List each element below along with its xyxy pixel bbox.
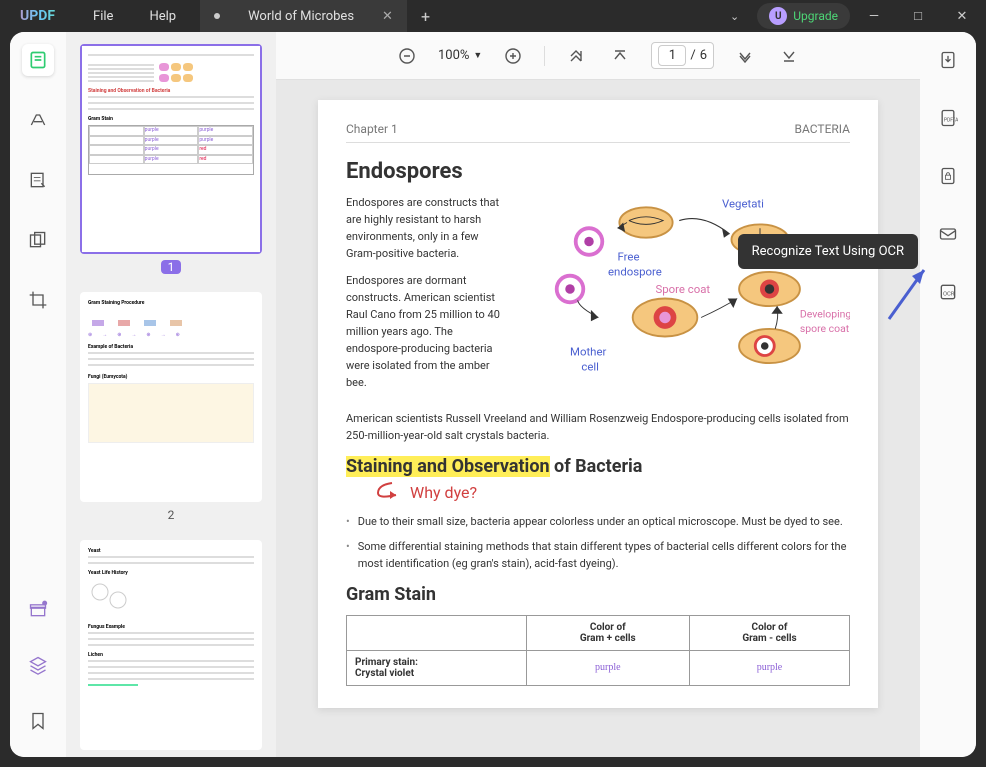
thumb-number-2: 2	[80, 508, 262, 522]
tab-indicator-icon	[214, 13, 220, 19]
close-window-button[interactable]: ✕	[942, 0, 982, 32]
svg-text:endospore: endospore	[608, 265, 662, 279]
titlebar: UPDF File Help World of Microbes ✕ + ⌄ U…	[0, 0, 986, 32]
protect-icon[interactable]	[932, 160, 964, 192]
svg-text:OCR: OCR	[943, 291, 955, 297]
close-tab-icon[interactable]: ✕	[382, 9, 393, 24]
document-area: 100%▼ 1/6 Chapter 1 BACTERIA Endospores E…	[276, 32, 920, 757]
zoom-in-button[interactable]	[500, 43, 526, 69]
para-2: Endospores are dormant constructs. Ameri…	[346, 272, 506, 391]
svg-text:cell: cell	[581, 360, 599, 374]
upgrade-label: Upgrade	[793, 9, 838, 23]
para-1: Endospores are constructs that are highl…	[346, 194, 506, 262]
svg-text:PDF/A: PDF/A	[944, 117, 958, 123]
upgrade-badge-icon: U	[769, 7, 787, 25]
view-toolbar: 100%▼ 1/6	[276, 32, 920, 80]
thumbnail-panel: Staining and Observation of Bacteria Gra…	[66, 32, 276, 757]
page-content: Chapter 1 BACTERIA Endospores Endospores …	[318, 100, 878, 708]
workspace: Staining and Observation of Bacteria Gra…	[10, 32, 976, 757]
right-toolbar: PDF/A OCR Recognize Text Using OCR	[920, 32, 976, 757]
go-first-button[interactable]	[563, 43, 589, 69]
app-logo: UPDF	[0, 8, 75, 24]
para-3: American scientists Russell Vreeland and…	[346, 410, 850, 444]
layers-icon[interactable]	[22, 649, 54, 681]
menu-file[interactable]: File	[75, 9, 131, 24]
heading-gram: Gram Stain	[346, 584, 850, 605]
add-tab-button[interactable]: +	[407, 7, 444, 26]
heading-staining: Staining and Observation of Bacteria	[346, 456, 850, 477]
ocr-icon[interactable]: OCR	[932, 276, 964, 308]
minimize-button[interactable]: —	[854, 0, 894, 32]
document-scroll[interactable]: Chapter 1 BACTERIA Endospores Endospores …	[276, 80, 920, 757]
reader-tool-icon[interactable]	[22, 44, 54, 76]
thumbnail-2[interactable]: Gram Staining Procedure ⊕→⊕→⊕→⊕ Example …	[80, 292, 262, 502]
gram-table: Color of Gram + cellsColor of Gram - cel…	[346, 615, 850, 686]
svg-text:Free: Free	[618, 250, 640, 264]
label-vegetative: Vegetati	[722, 196, 764, 210]
tab-list-chevron-icon[interactable]: ⌄	[716, 10, 753, 23]
bookmark-icon[interactable]	[22, 705, 54, 737]
highlight-tool-icon[interactable]	[22, 104, 54, 136]
endospore-diagram: Vegetati Freeendospore Spore coat Develo…	[518, 194, 850, 384]
bullet-1: Due to their small size, bacteria appear…	[346, 513, 850, 530]
svg-text:spore coat: spore coat	[800, 322, 850, 335]
svg-text:Spore coat: Spore coat	[656, 282, 711, 296]
email-icon[interactable]	[932, 218, 964, 250]
page-indicator[interactable]: 1/6	[651, 42, 714, 69]
chapter-label: Chapter 1	[346, 122, 398, 136]
pages-tool-icon[interactable]	[22, 224, 54, 256]
zoom-level[interactable]: 100%▼	[438, 48, 482, 63]
pdfa-icon[interactable]: PDF/A	[932, 102, 964, 134]
upgrade-button[interactable]: U Upgrade	[757, 3, 850, 29]
ocr-tooltip: Recognize Text Using OCR	[738, 234, 918, 269]
bullet-2: Some differential staining methods that …	[346, 538, 850, 572]
crop-tool-icon[interactable]	[22, 284, 54, 316]
thumbnail-1[interactable]: Staining and Observation of Bacteria Gra…	[80, 44, 262, 254]
svg-text:Developing: Developing	[800, 308, 850, 321]
maximize-button[interactable]: □	[898, 0, 938, 32]
go-last-button[interactable]	[776, 43, 802, 69]
go-down-button[interactable]	[732, 43, 758, 69]
menu-help[interactable]: Help	[131, 9, 194, 24]
why-dye-annotation: Why dye?	[374, 481, 850, 505]
go-up-button[interactable]	[607, 43, 633, 69]
document-tab[interactable]: World of Microbes ✕	[200, 0, 407, 32]
thumb-number-1: 1	[161, 260, 181, 274]
zoom-out-button[interactable]	[394, 43, 420, 69]
left-toolbar	[10, 32, 66, 757]
svg-text:Mother: Mother	[570, 345, 606, 359]
heading-endospores: Endospores	[346, 159, 850, 184]
header-right: BACTERIA	[795, 122, 850, 136]
edit-text-tool-icon[interactable]	[22, 164, 54, 196]
tab-title: World of Microbes	[248, 9, 354, 24]
thumbnail-3[interactable]: Yeast Yeast Life History Fungus Example …	[80, 540, 262, 750]
export-icon[interactable]	[932, 44, 964, 76]
gift-icon[interactable]	[22, 593, 54, 625]
